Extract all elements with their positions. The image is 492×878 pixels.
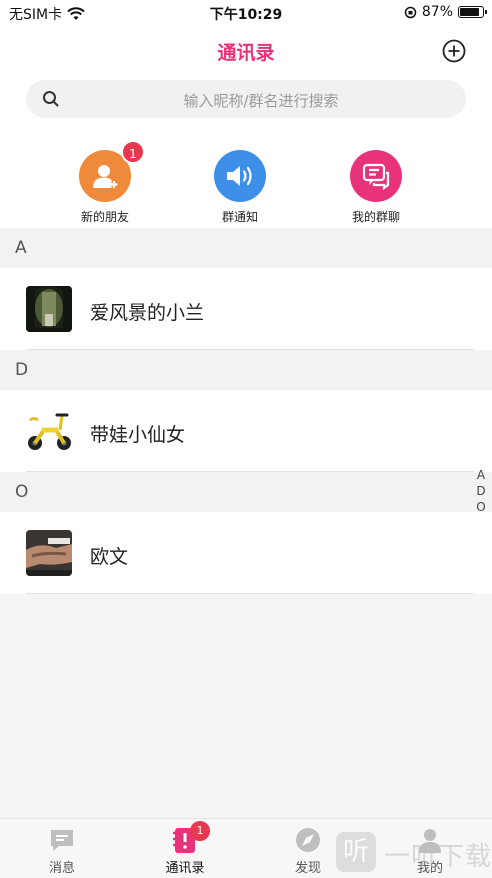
tab-contacts[interactable]: 1 通讯录: [145, 821, 225, 876]
new-friends-circle: 1: [79, 140, 145, 202]
add-icon[interactable]: [442, 39, 466, 63]
section-header-o: O: [0, 472, 492, 512]
status-bar: 无SIM卡 下午10:29 87%: [0, 0, 492, 26]
index-letter-o[interactable]: O: [474, 499, 488, 515]
contact-name: 欧文: [90, 546, 129, 568]
discover-icon: [296, 828, 320, 852]
index-letter-d[interactable]: D: [474, 483, 488, 499]
index-letter-a[interactable]: A: [474, 467, 488, 483]
speaker-icon: [227, 166, 252, 186]
contact-row[interactable]: 带娃小仙女: [0, 390, 492, 472]
group-notice-circle: [214, 150, 266, 202]
search-input[interactable]: 输入昵称/群名进行搜索: [26, 80, 466, 118]
tab-contacts-label: 通讯录: [165, 861, 205, 876]
section-header-d: D: [0, 350, 492, 390]
tab-messages-label: 消息: [48, 861, 75, 876]
new-friends-button[interactable]: 1 新的朋友: [55, 140, 155, 225]
quick-actions: 1 新的朋友 群通知 我的群聊: [0, 130, 492, 228]
chat-bubbles-icon: [362, 163, 390, 190]
avatar: [26, 286, 72, 332]
group-notice-label: 群通知: [221, 210, 258, 224]
page-title: 通讯录: [217, 42, 275, 64]
my-groups-button[interactable]: 我的群聊: [326, 150, 426, 225]
orientation-lock-icon: [404, 6, 417, 18]
watermark-logo: 听: [336, 832, 376, 872]
battery-icon: [458, 6, 487, 18]
new-friends-label: 新的朋友: [80, 210, 129, 224]
my-groups-circle: [350, 150, 402, 202]
contact-row[interactable]: 欧文: [0, 512, 492, 594]
avatar: [26, 408, 72, 454]
person-add-icon: [93, 165, 118, 188]
nav-bar: 通讯录: [0, 26, 492, 74]
alphabet-index[interactable]: A D O: [474, 467, 488, 515]
search-placeholder: 输入昵称/群名进行搜索: [183, 92, 339, 110]
watermark: 听 一听下载: [332, 830, 492, 878]
contact-row[interactable]: 爱风景的小兰: [0, 268, 492, 350]
new-friends-badge: 1: [121, 140, 145, 164]
my-groups-label: 我的群聊: [351, 210, 400, 224]
avatar: [26, 530, 72, 576]
battery-percent: 87%: [421, 4, 453, 20]
watermark-text: 一听下载: [384, 842, 492, 872]
search-area: 输入昵称/群名进行搜索: [0, 74, 492, 130]
tab-messages[interactable]: 消息: [22, 825, 102, 876]
contact-name: 爱风景的小兰: [90, 302, 205, 324]
contact-name: 带娃小仙女: [90, 424, 186, 446]
tab-contacts-badge: 1: [190, 821, 210, 841]
group-notice-button[interactable]: 群通知: [190, 150, 290, 225]
section-header-a: A: [0, 228, 492, 268]
row-divider: [26, 593, 474, 594]
message-icon: [51, 830, 73, 851]
